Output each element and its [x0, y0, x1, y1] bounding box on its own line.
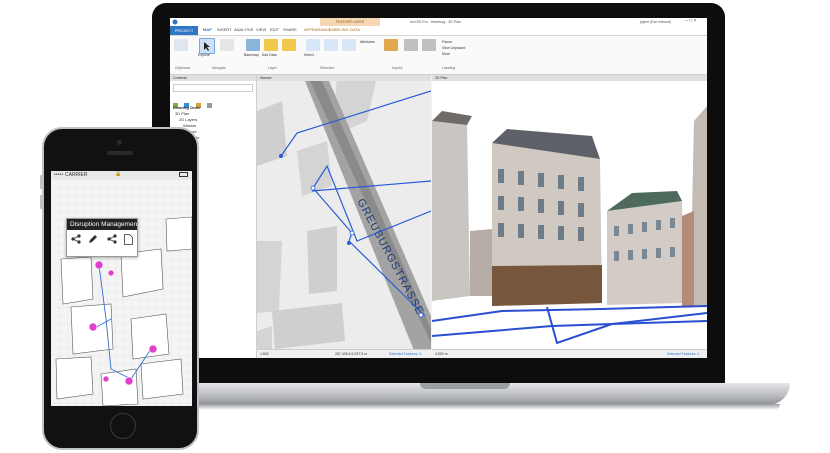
battery-icon: [179, 172, 188, 177]
window-title: ArcGIS Pro - Hamburg - 3D Plan: [410, 20, 461, 24]
lock-icon: 🔒: [115, 171, 122, 177]
volume-button: [40, 175, 42, 189]
explore-button[interactable]: [199, 38, 215, 54]
carrier-label: CARRIER: [65, 172, 88, 178]
volume-button: [40, 195, 42, 209]
infographics-button[interactable]: [384, 39, 398, 51]
paste-button[interactable]: [174, 39, 188, 51]
tab-data[interactable]: DATA: [350, 27, 360, 32]
map-status-bar: 1:800 287,406.6 5,937.5 m Selected Featu…: [257, 349, 431, 358]
scene-status-bar: 4,500 m Selected Features: 0: [432, 349, 707, 358]
ribbon-tabs: PROJECT MAP INSERT ANALYSIS VIEW EDIT SH…: [170, 26, 707, 36]
select-label: Select: [304, 53, 314, 57]
select-button[interactable]: [306, 39, 320, 51]
scene-view[interactable]: 3D Plan 4,500 m Selected Features: 0: [432, 75, 707, 358]
tab-project[interactable]: PROJECT: [170, 26, 198, 35]
tab-labeling[interactable]: LABELING: [329, 27, 349, 32]
share-icon[interactable]: [71, 234, 81, 247]
contents-title: Contents: [170, 75, 256, 81]
tab-view[interactable]: VIEW: [256, 27, 266, 32]
route-point: [279, 154, 283, 158]
route-point: [347, 241, 351, 245]
map-coordinates: 287,406.6 5,937.5 m: [335, 352, 368, 356]
ribbon: Explore Basemap Add Data Select Attribut…: [170, 36, 707, 75]
building: [257, 241, 282, 313]
share-alt-icon[interactable]: [107, 234, 117, 247]
measure-button[interactable]: [404, 39, 418, 51]
select-by-attributes-button[interactable]: [324, 39, 338, 51]
home-button[interactable]: [110, 413, 136, 439]
building: [272, 303, 345, 349]
group-clipboard: Clipboard: [175, 66, 190, 70]
pause-button[interactable]: Pause: [442, 40, 452, 44]
scene-scale[interactable]: 4,500 m: [435, 350, 448, 358]
tab-appearance[interactable]: APPEARANCE: [304, 27, 331, 32]
add-data-button[interactable]: [264, 39, 278, 51]
tab-map[interactable]: MAP: [203, 27, 212, 32]
phone-status-bar: ●●●●● CARRIER 🔒: [51, 171, 192, 179]
scene-selected-features[interactable]: Selected Features: 0: [667, 350, 699, 358]
title-bar: FEATURE LAYER ArcGIS Pro - Hamburg - 3D …: [170, 18, 707, 26]
basemap-label: Basemap: [244, 53, 259, 57]
tab-analysis[interactable]: ANALYSIS: [234, 27, 253, 32]
locate-button[interactable]: [422, 39, 436, 51]
group-selection: Selection: [320, 66, 335, 70]
group-layer: Layer: [268, 66, 277, 70]
contents-search-input[interactable]: [173, 84, 253, 92]
phone-screen: ●●●●● CARRIER 🔒 Disruption Management: [51, 171, 192, 406]
group-inquiry: Inquiry: [392, 66, 403, 70]
scene-canvas[interactable]: [432, 81, 707, 350]
laptop-shadow: [190, 404, 780, 410]
tab-insert[interactable]: INSERT: [217, 27, 232, 32]
laptop-screen: FEATURE LAYER ArcGIS Pro - Hamburg - 3D …: [170, 18, 707, 358]
map-scale[interactable]: 1:800: [260, 350, 269, 358]
popup-title: Disruption Management: [67, 219, 137, 230]
laptop-notch: [420, 383, 510, 389]
basemap-button[interactable]: [246, 39, 260, 51]
map-view[interactable]: Wasser GREUBURGSTRASSE 1:800 287,406.6 5…: [257, 75, 431, 358]
view-unplaced-button[interactable]: View Unplaced: [442, 46, 465, 50]
bookmarks-button[interactable]: [220, 39, 234, 51]
phone-map-canvas[interactable]: [51, 179, 192, 406]
explore-label: Explore: [198, 53, 210, 57]
map-selected-features[interactable]: Selected Features: 0: [389, 350, 421, 358]
window-controls[interactable]: – □ ×: [685, 18, 697, 24]
list-icon[interactable]: [207, 103, 213, 108]
contents-toolbar: [173, 95, 253, 108]
disruption-popup[interactable]: Disruption Management: [66, 218, 138, 257]
select-by-location-button[interactable]: [342, 39, 356, 51]
tab-edit[interactable]: EDIT: [270, 27, 279, 32]
user-name[interactable]: jaylee (Esri Internal): [640, 20, 671, 24]
tab-share[interactable]: SHARE: [283, 27, 297, 32]
contextual-tab-header: FEATURE LAYER: [320, 18, 380, 26]
building-3d: [432, 121, 470, 301]
group-navigate: Navigate: [212, 66, 226, 70]
add-data-label: Add Data: [262, 53, 277, 57]
attributes-button[interactable]: Attributes: [360, 40, 375, 44]
add-preset-button[interactable]: [282, 39, 296, 51]
document-icon[interactable]: [124, 234, 133, 248]
app-logo-icon: [172, 19, 178, 26]
front-camera: [117, 140, 122, 145]
edit-icon[interactable]: [88, 234, 98, 247]
building-3d: [470, 229, 492, 296]
group-labeling: Labeling: [442, 66, 456, 70]
building: [307, 226, 337, 294]
earpiece-speaker: [107, 151, 133, 155]
more-button[interactable]: More: [442, 52, 450, 56]
map-canvas[interactable]: GREUBURGSTRASSE: [257, 81, 431, 358]
signal-icon: ●●●●●: [54, 172, 64, 176]
